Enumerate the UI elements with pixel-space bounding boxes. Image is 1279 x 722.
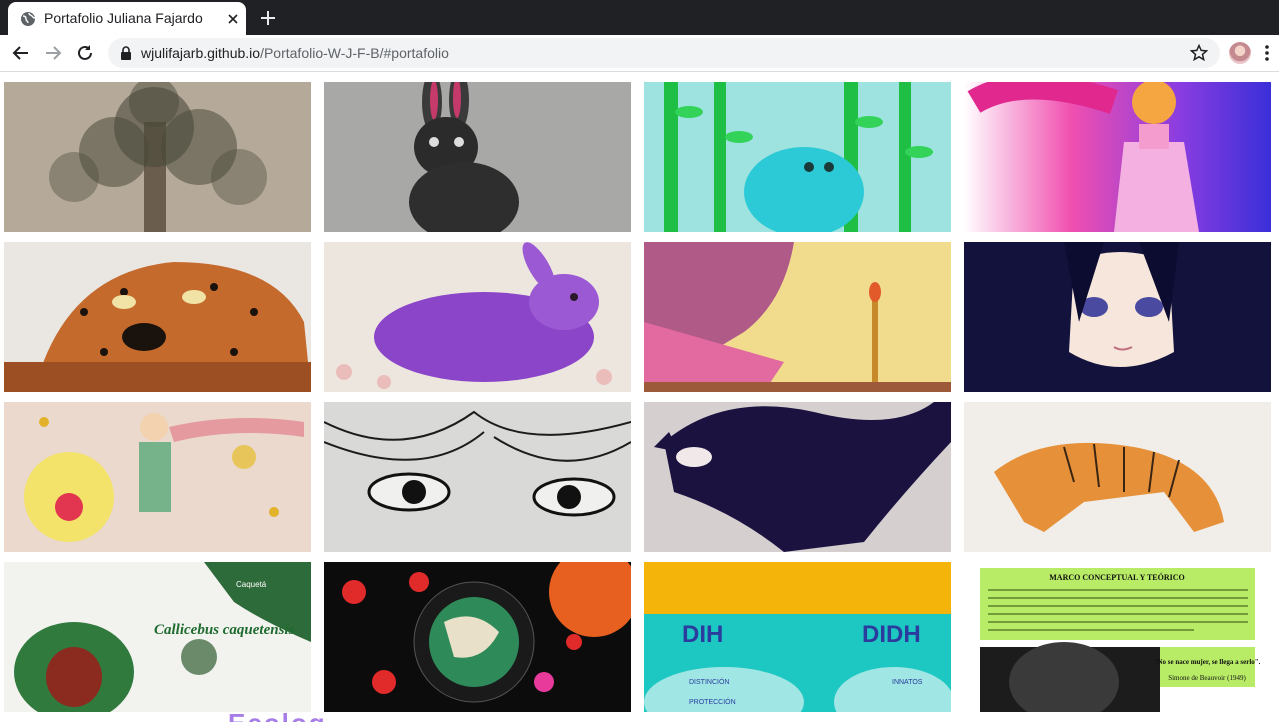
portfolio-item-jaguar[interactable] <box>4 242 311 392</box>
proteccion-label: PROTECCIÓN <box>689 697 736 706</box>
dih-label: DIH <box>682 621 723 648</box>
profile-avatar[interactable] <box>1229 42 1251 64</box>
eyes-sketch-drawing <box>324 402 631 552</box>
globe-icon <box>21 12 36 26</box>
bamboo-creature-drawing <box>644 82 951 232</box>
marco-quote-author: Simone de Beauvoir (1949) <box>1168 674 1246 682</box>
portfolio-item-bamboo-creature[interactable] <box>644 82 951 232</box>
marco-title: MARCO CONCEPTUAL Y TEÓRICO <box>1049 572 1185 582</box>
portfolio-item-callicebus-poster[interactable]: Callicebus caquetensis Caquetá <box>4 562 311 712</box>
tab-title: Portafolio Juliana Fajardo <box>44 10 203 26</box>
innatos-label: INNATOS <box>892 679 923 686</box>
little-prince-drawing <box>4 402 311 552</box>
tree-drawing <box>4 82 311 232</box>
portfolio-item-eyes-sketch[interactable] <box>324 402 631 552</box>
sun-girl-drawing <box>964 82 1271 232</box>
black-cat-drawing <box>644 402 951 552</box>
portfolio-item-purple-rabbit[interactable] <box>324 242 631 392</box>
portfolio-item-tiger[interactable] <box>964 402 1271 552</box>
distincion-label: DISTINCIÓN <box>689 677 729 686</box>
callicebus-title: Callicebus caquetensis <box>154 622 295 638</box>
new-tab-icon[interactable] <box>258 8 278 28</box>
callicebus-poster-graphic: Callicebus caquetensis Caquetá <box>4 562 311 712</box>
planets-infographic-graphic <box>324 562 631 712</box>
back-arrow-icon[interactable] <box>10 42 32 64</box>
portfolio-item-little-prince[interactable] <box>4 402 311 552</box>
url-path: /Portafolio-W-J-F-B/#portafolio <box>260 45 449 61</box>
lock-icon[interactable] <box>120 46 132 60</box>
section-heading-partial: Ecolog <box>228 708 327 722</box>
didh-label: DIDH <box>862 621 921 648</box>
kebab-menu-icon[interactable] <box>1264 44 1270 62</box>
portfolio-item-sun-girl[interactable] <box>964 82 1271 232</box>
address-bar[interactable]: wjulifajarb.github.io/Portafolio-W-J-F-B… <box>108 38 1220 68</box>
marco-quote: "No se nace mujer, se llega a serlo". <box>1154 658 1261 666</box>
portfolio-item-rabbit[interactable] <box>324 82 631 232</box>
portfolio-item-anime-girl[interactable] <box>964 242 1271 392</box>
callicebus-map-label: Caquetá <box>236 580 267 589</box>
tab-strip: Portafolio Juliana Fajardo <box>0 0 1279 35</box>
portfolio-item-black-cat[interactable] <box>644 402 951 552</box>
dih-didh-infographic-graphic: DIH DIDH DISTINCIÓN PROTECCIÓN INNATOS <box>644 562 951 712</box>
close-tab-icon[interactable] <box>224 10 242 28</box>
browser-tab[interactable]: Portafolio Juliana Fajardo <box>8 2 246 35</box>
portfolio-item-planets-infographic[interactable] <box>324 562 631 712</box>
portfolio-item-marco-conceptual[interactable]: MARCO CONCEPTUAL Y TEÓRICO "No se nace m… <box>964 562 1271 712</box>
rabbit-drawing <box>324 82 631 232</box>
url-domain: wjulifajarb.github.io <box>141 45 261 61</box>
bookmark-star-icon[interactable] <box>1190 44 1208 62</box>
girl-with-candle-drawing <box>644 242 951 392</box>
purple-rabbit-drawing <box>324 242 631 392</box>
portfolio-page: Callicebus caquetensis Caquetá DIH DIDH … <box>0 72 1279 722</box>
url-text[interactable]: wjulifajarb.github.io/Portafolio-W-J-F-B… <box>141 45 449 61</box>
portfolio-item-girl-with-candle[interactable] <box>644 242 951 392</box>
portfolio-item-tree[interactable] <box>4 82 311 232</box>
forward-arrow-icon[interactable] <box>42 42 64 64</box>
portfolio-item-dih-didh-infographic[interactable]: DIH DIDH DISTINCIÓN PROTECCIÓN INNATOS <box>644 562 951 712</box>
jaguar-drawing <box>4 242 311 392</box>
marco-conceptual-graphic: MARCO CONCEPTUAL Y TEÓRICO "No se nace m… <box>964 562 1271 712</box>
anime-girl-drawing <box>964 242 1271 392</box>
tiger-drawing <box>964 402 1271 552</box>
reload-icon[interactable] <box>74 42 96 64</box>
browser-toolbar: wjulifajarb.github.io/Portafolio-W-J-F-B… <box>0 35 1279 72</box>
